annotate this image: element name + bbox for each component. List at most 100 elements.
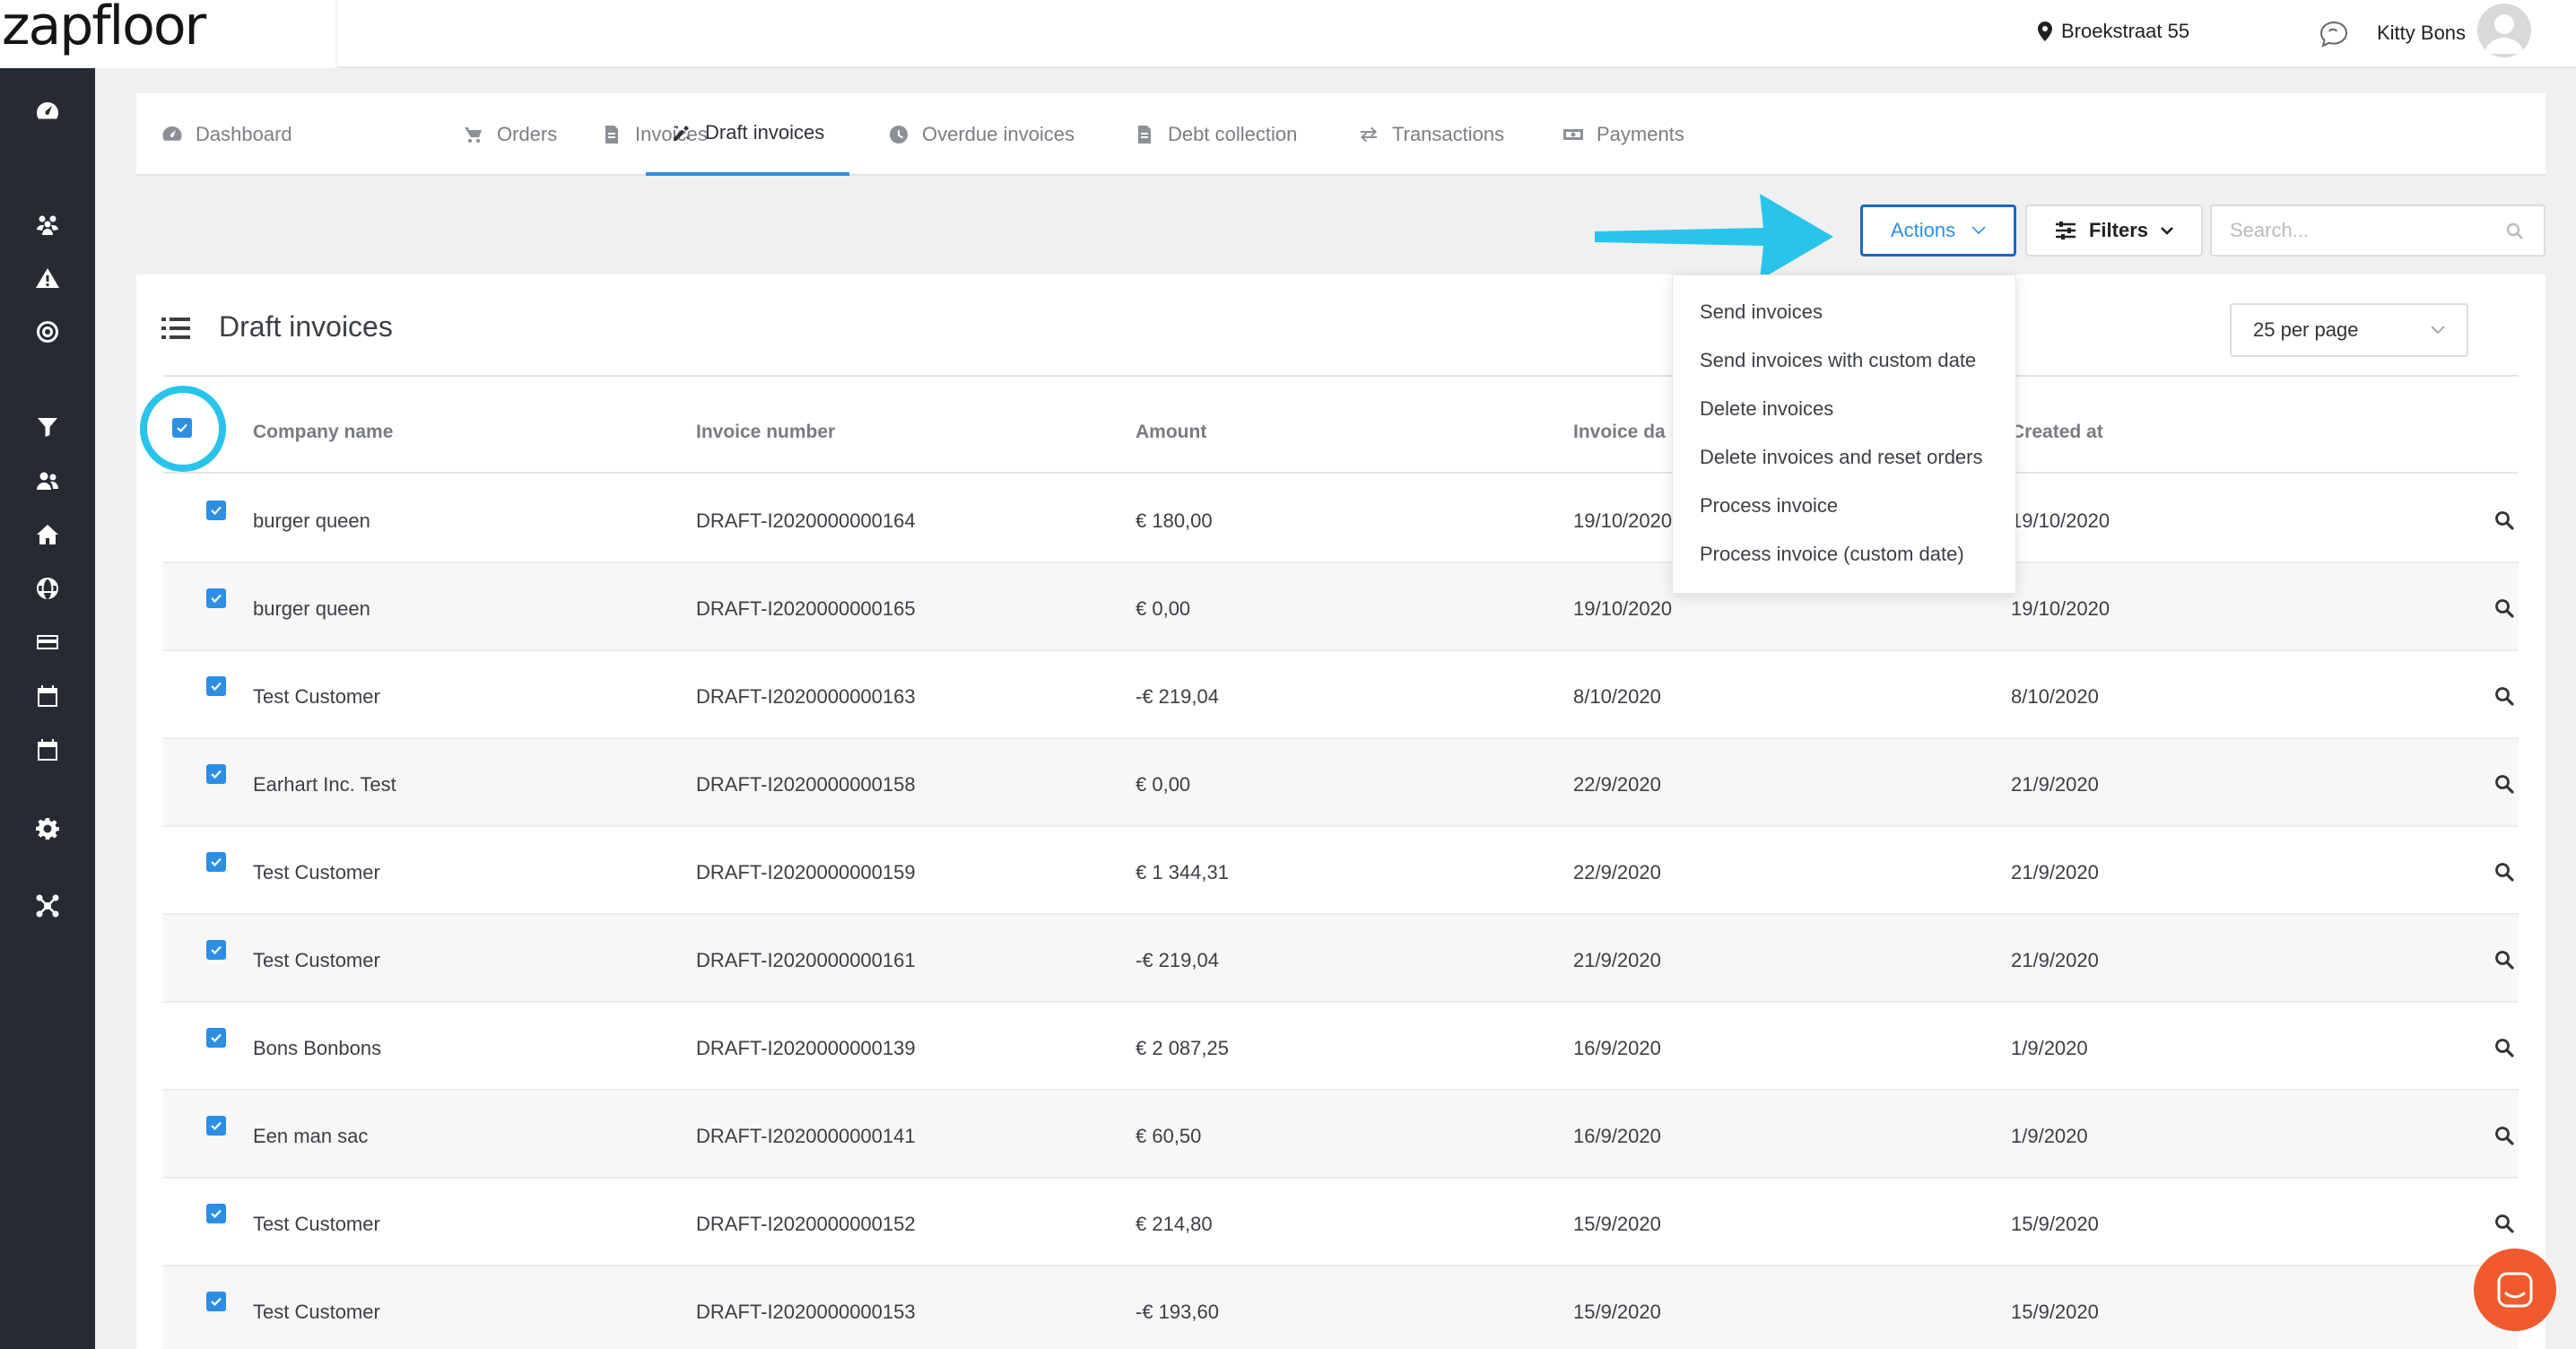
tab-debt-collection[interactable]: Debt collection [1134,93,1322,176]
cell-invoice-number: DRAFT-I2020000000165 [696,597,916,620]
sliders-icon [2055,222,2076,239]
tab-payments[interactable]: Payments [1562,93,1710,176]
search-icon[interactable] [2506,222,2524,240]
calendar-alt-icon[interactable] [30,732,65,768]
table-row[interactable]: Test Customer DRAFT-I2020000000159 € 1 344… [163,827,2519,915]
row-checkbox[interactable] [206,940,226,960]
column-header-invoice-date[interactable]: Invoice da [1573,422,1666,443]
warning-icon[interactable] [30,260,65,296]
row-checkbox[interactable] [206,1204,226,1223]
chat-icon[interactable] [2318,18,2350,50]
credit-card-icon[interactable] [30,624,65,660]
cell-invoice-number: DRAFT-I2020000000152 [696,1213,916,1235]
menu-item-send-invoices-custom-date[interactable]: Send invoices with custom date [1673,336,2015,385]
tab-orders[interactable]: Orders [463,93,582,176]
users-group-icon[interactable] [30,206,65,242]
actions-button[interactable]: Actions [1860,205,2016,257]
location-label: Broekstraat 55 [2061,20,2190,42]
table-row[interactable]: Test Customer DRAFT-I2020000000153 -€ 193,… [163,1266,2519,1349]
user-name[interactable]: Kitty Bons [2377,22,2466,45]
column-header-company[interactable]: Company name [253,422,393,443]
table-row[interactable]: Test Customer DRAFT-I2020000000152 € 214,8… [163,1179,2519,1266]
row-checkbox[interactable] [206,500,226,520]
row-checkbox[interactable] [206,852,226,872]
cell-created-at: 1/9/2020 [2011,1125,2088,1147]
menu-item-delete-invoices[interactable]: Delete invoices [1673,385,2015,433]
document-icon [1138,126,1151,144]
menu-item-process-invoice[interactable]: Process invoice [1673,482,2015,530]
table-row[interactable]: Earhart Inc. Test DRAFT-I2020000000158 € 0… [163,739,2519,827]
row-checkbox[interactable] [206,1028,226,1048]
table-row[interactable]: Test Customer DRAFT-I2020000000163 -€ 219,… [163,651,2519,739]
table-row[interactable]: burger queen DRAFT-I2020000000164 € 180,00… [163,475,2519,563]
row-checkbox[interactable] [206,676,226,696]
cell-invoice-date: 15/9/2020 [1573,1301,1661,1323]
row-checkbox[interactable] [206,588,226,608]
integrations-icon[interactable] [30,888,65,924]
search-input[interactable] [2230,219,2499,242]
location-selector[interactable]: Broekstraat 55 [2038,20,2189,43]
filters-button[interactable]: Filters [2025,205,2203,257]
settings-icon[interactable] [30,811,65,847]
cell-invoice-date: 8/10/2020 [1573,685,1661,708]
select-all-highlight [140,386,226,472]
cell-invoice-number: DRAFT-I2020000000159 [696,861,916,883]
cell-invoice-date: 19/10/2020 [1573,509,1673,532]
draft-icon [674,126,689,141]
view-icon[interactable] [2493,773,2515,795]
people-icon[interactable] [30,463,65,499]
select-all-checkbox[interactable] [172,418,192,438]
per-page-select[interactable]: 25 per page [2230,303,2468,357]
cell-amount: € 214,80 [1136,1213,1213,1235]
row-checkbox[interactable] [206,764,226,784]
column-header-invoice-number[interactable]: Invoice number [696,422,835,443]
dashboard-icon[interactable] [30,93,65,129]
view-icon[interactable] [2493,861,2515,883]
menu-item-send-invoices[interactable]: Send invoices [1673,288,2015,336]
cell-created-at: 19/10/2020 [2011,597,2110,620]
view-icon[interactable] [2493,1037,2515,1058]
top-bar: zapfloor Broekstraat 55 Kitty Bons [0,0,2576,68]
table-row[interactable]: Een man sac DRAFT-I2020000000141 € 60,50 16… [163,1091,2519,1179]
check-icon [211,945,222,955]
tab-transactions[interactable]: Transactions [1358,93,1529,176]
orders-icon [465,127,482,143]
tab-draft-invoices[interactable]: Draft invoices [646,93,850,176]
globe-icon[interactable] [30,570,65,606]
view-icon[interactable] [2493,685,2515,707]
calendar-icon[interactable] [30,678,65,714]
location-pin-icon [2038,22,2052,41]
support-chat-button[interactable] [2474,1249,2556,1331]
cell-invoice-number: DRAFT-I2020000000158 [696,773,916,796]
table-row[interactable]: Test Customer DRAFT-I2020000000161 -€ 219,… [163,915,2519,1003]
view-icon[interactable] [2493,1125,2515,1146]
list-icon [161,318,190,339]
menu-item-delete-invoices-reset-orders[interactable]: Delete invoices and reset orders [1673,433,2015,482]
sidebar [0,68,95,1349]
cell-invoice-date: 15/9/2020 [1573,1213,1661,1235]
avatar[interactable] [2477,4,2531,57]
cell-invoice-number: DRAFT-I2020000000153 [696,1301,916,1323]
view-icon[interactable] [2493,597,2515,619]
cell-amount: € 2 087,25 [1136,1037,1229,1059]
column-header-created-at[interactable]: Created at [2011,422,2103,443]
row-checkbox[interactable] [206,1292,226,1311]
column-header-amount[interactable]: Amount [1136,422,1206,443]
tab-dashboard[interactable]: Dashboard [161,93,318,176]
table-row[interactable]: Bons Bonbons DRAFT-I2020000000139 € 2 087,… [163,1003,2519,1091]
filter-icon[interactable] [30,409,65,445]
table-row[interactable]: burger queen DRAFT-I2020000000165 € 0,00 19… [163,563,2519,651]
view-icon[interactable] [2493,509,2515,531]
target-icon[interactable] [30,314,65,350]
view-icon[interactable] [2493,949,2515,970]
logo[interactable]: zapfloor [2,0,206,57]
cell-invoice-number: DRAFT-I2020000000139 [696,1037,916,1059]
home-icon[interactable] [30,517,65,553]
cell-company: Earhart Inc. Test [253,773,396,796]
tab-overdue-invoices[interactable]: Overdue invoices [888,93,1100,176]
view-icon[interactable] [2493,1213,2515,1234]
row-checkbox[interactable] [206,1116,226,1136]
menu-item-process-invoice-custom-date[interactable]: Process invoice (custom date) [1673,530,2015,579]
cell-created-at: 21/9/2020 [2011,773,2099,796]
cell-amount: -€ 219,04 [1136,949,1219,971]
